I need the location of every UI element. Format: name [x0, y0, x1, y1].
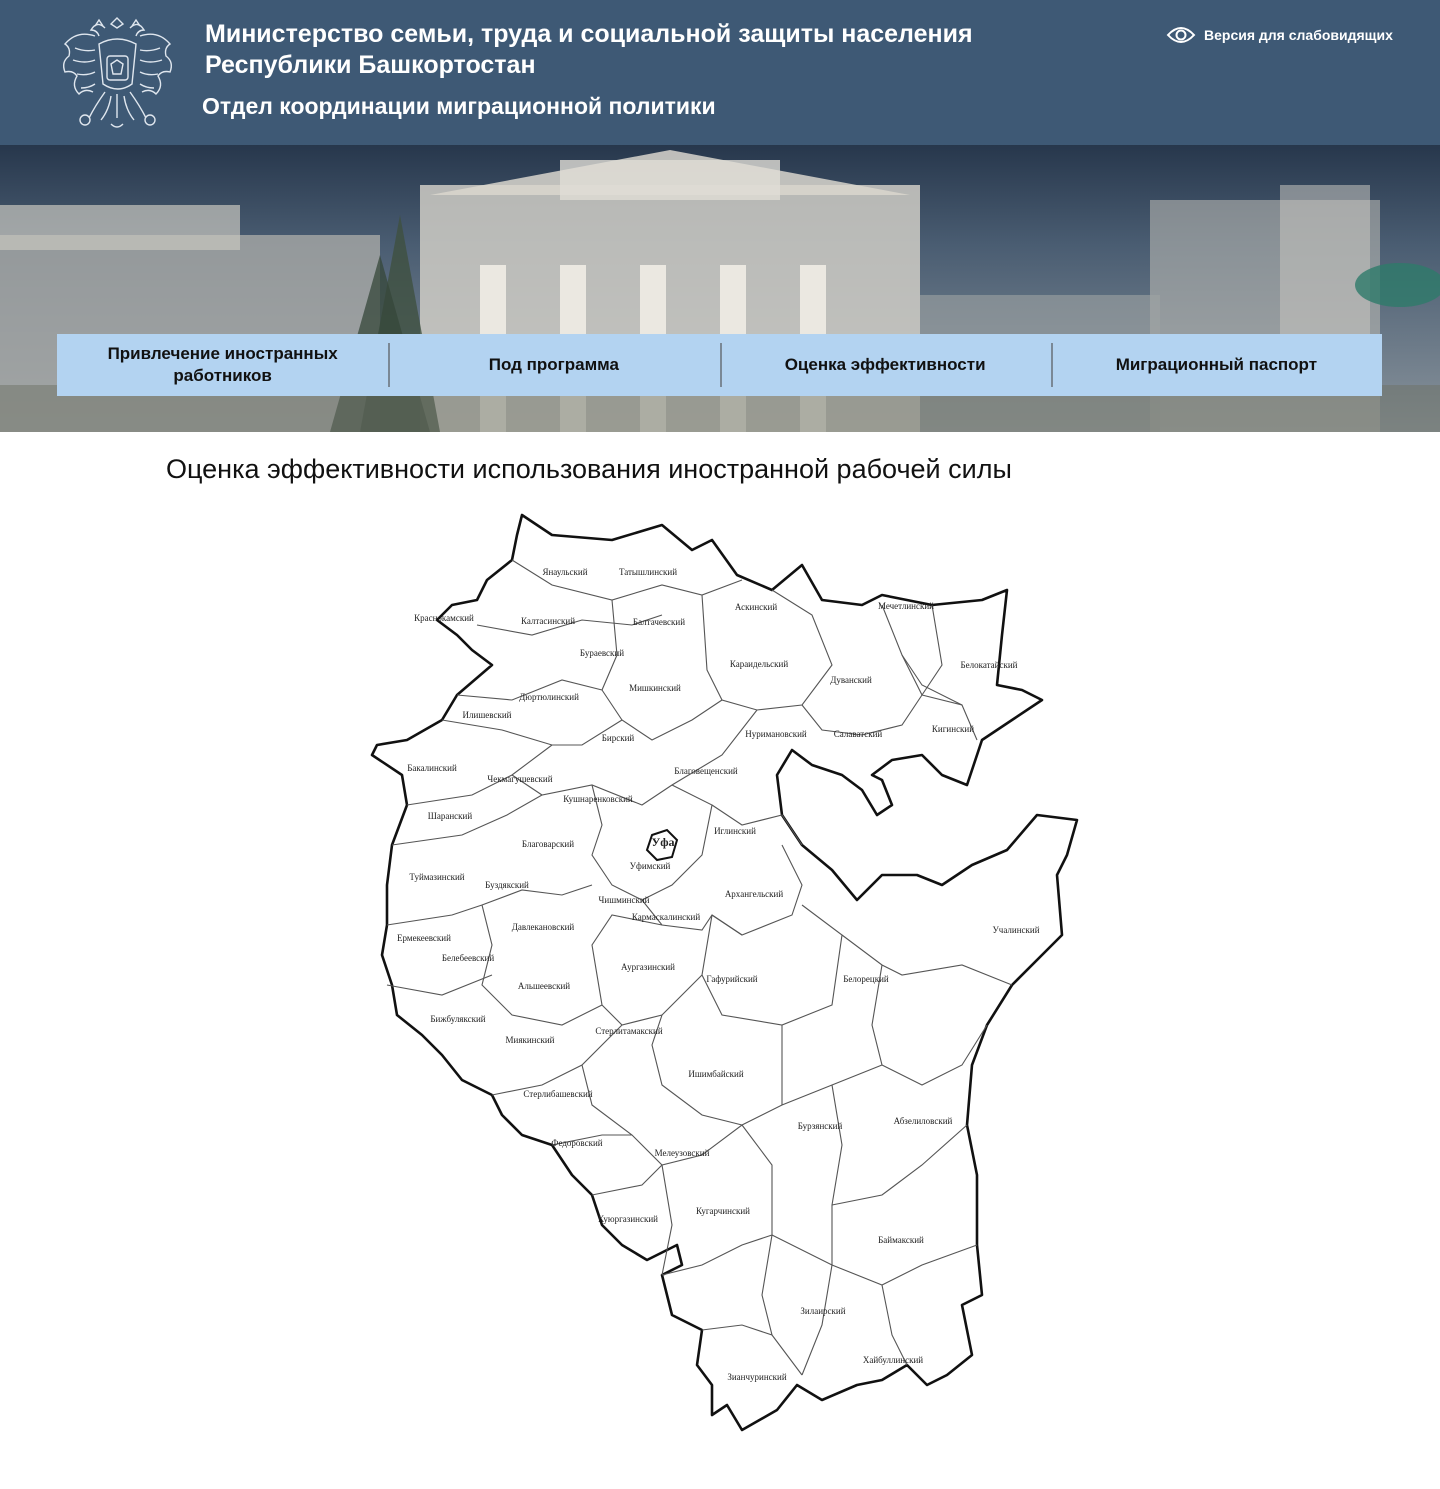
nav-efficiency[interactable]: Оценка эффективности — [719, 334, 1051, 396]
district-label: Стерлитамакский — [595, 1026, 662, 1036]
district-label: Калтасинский — [521, 616, 575, 626]
district-label: Краснокамский — [414, 613, 474, 623]
main-navigation: Привлечение иностранных работников Под п… — [57, 334, 1382, 396]
district-label: Бижбулякский — [430, 1014, 485, 1024]
district-label: Уфимский — [630, 861, 671, 871]
capital-ufa: Уфа — [645, 828, 679, 862]
district-label: Белорецкий — [843, 974, 889, 984]
district-label: Балтачевский — [633, 617, 685, 627]
district-label: Благовещенский — [674, 766, 738, 776]
district-label: Кигинский — [932, 724, 974, 734]
district-label: Караидельский — [730, 659, 789, 669]
district-label: Мелеузовский — [655, 1148, 710, 1158]
district-label: Кугарчинский — [696, 1206, 750, 1216]
nav-foreign-workers[interactable]: Привлечение иностранных работников — [57, 334, 388, 396]
district-label: Благоварский — [522, 839, 574, 849]
district-label: Кушнаренковский — [563, 794, 633, 804]
department-title: Отдел координации миграционной политики — [202, 93, 716, 119]
ministry-title: Министерство семьи, труда и социальной з… — [205, 20, 973, 79]
district-label: Абзелиловский — [894, 1116, 953, 1126]
district-label: Мишкинский — [629, 683, 681, 693]
district-label: Аскинский — [735, 602, 777, 612]
district-label: Архангельский — [725, 889, 784, 899]
district-label: Дюртюлинский — [519, 692, 579, 702]
district-label: Ермекеевский — [397, 933, 451, 943]
district-label: Альшеевский — [518, 981, 570, 991]
district-label: Чекмагушевский — [487, 774, 552, 784]
capital-label: Уфа — [651, 835, 674, 849]
district-label: Учалинский — [992, 925, 1039, 935]
region-outline — [370, 513, 1079, 1432]
district-label: Белебеевский — [442, 953, 494, 963]
district-label: Дуванский — [830, 675, 872, 685]
district-label: Зилаирский — [800, 1306, 845, 1316]
district-label: Белокатайский — [960, 660, 1017, 670]
district-labels: Янаульский Татышлинский Краснокамский Калта… — [397, 567, 1040, 1382]
district-label: Гафурийский — [706, 974, 757, 984]
district-label: Бураевский — [580, 648, 624, 658]
district-label: Миякинский — [506, 1035, 555, 1045]
district-label: Шаранский — [428, 811, 473, 821]
district-label: Салаватский — [834, 729, 883, 739]
district-label: Бурзянский — [798, 1121, 843, 1131]
district-label: Давлекановский — [512, 922, 575, 932]
district-label: Илишевский — [463, 710, 512, 720]
bashkortostan-districts-map: Уфа Янаульский Татышлинский Краснокамский К… — [370, 513, 1079, 1432]
district-label: Иглинский — [714, 826, 756, 836]
district-label: Кармаскалинский — [632, 912, 700, 922]
nav-subprogram[interactable]: Под программа — [388, 334, 719, 396]
district-label: Бакалинский — [407, 763, 457, 773]
district-label: Татышлинский — [619, 567, 677, 577]
district-label: Туймазинский — [409, 872, 464, 882]
district-label: Чишминский — [599, 895, 650, 905]
district-label: Ишимбайский — [688, 1069, 744, 1079]
district-label: Стерлибашевский — [523, 1089, 592, 1099]
nav-migration-passport[interactable]: Миграционный паспорт — [1050, 334, 1382, 396]
page-title: Оценка эффективности использования иност… — [166, 454, 1012, 484]
district-label: Хайбуллинский — [863, 1355, 923, 1365]
district-label: Нуримановский — [745, 729, 807, 739]
district-label: Мечетлинский — [878, 601, 934, 611]
coat-of-arms-icon — [62, 17, 173, 128]
district-label: Баймакский — [878, 1235, 924, 1245]
district-label: Зианчуринский — [727, 1372, 786, 1382]
district-label: Буздякский — [485, 880, 529, 890]
eye-icon — [1166, 27, 1196, 43]
district-label: Федоровский — [551, 1138, 602, 1148]
district-label: Янаульский — [542, 567, 587, 577]
district-label: Бирский — [602, 733, 635, 743]
district-label: Аургазинский — [621, 962, 675, 972]
site-header: Министерство семьи, труда и социальной з… — [0, 0, 1440, 145]
accessibility-version-link[interactable]: Версия для слабовидящих — [1166, 22, 1393, 48]
accessibility-label: Версия для слабовидящих — [1204, 27, 1393, 43]
district-label: Куюргазинский — [598, 1214, 658, 1224]
